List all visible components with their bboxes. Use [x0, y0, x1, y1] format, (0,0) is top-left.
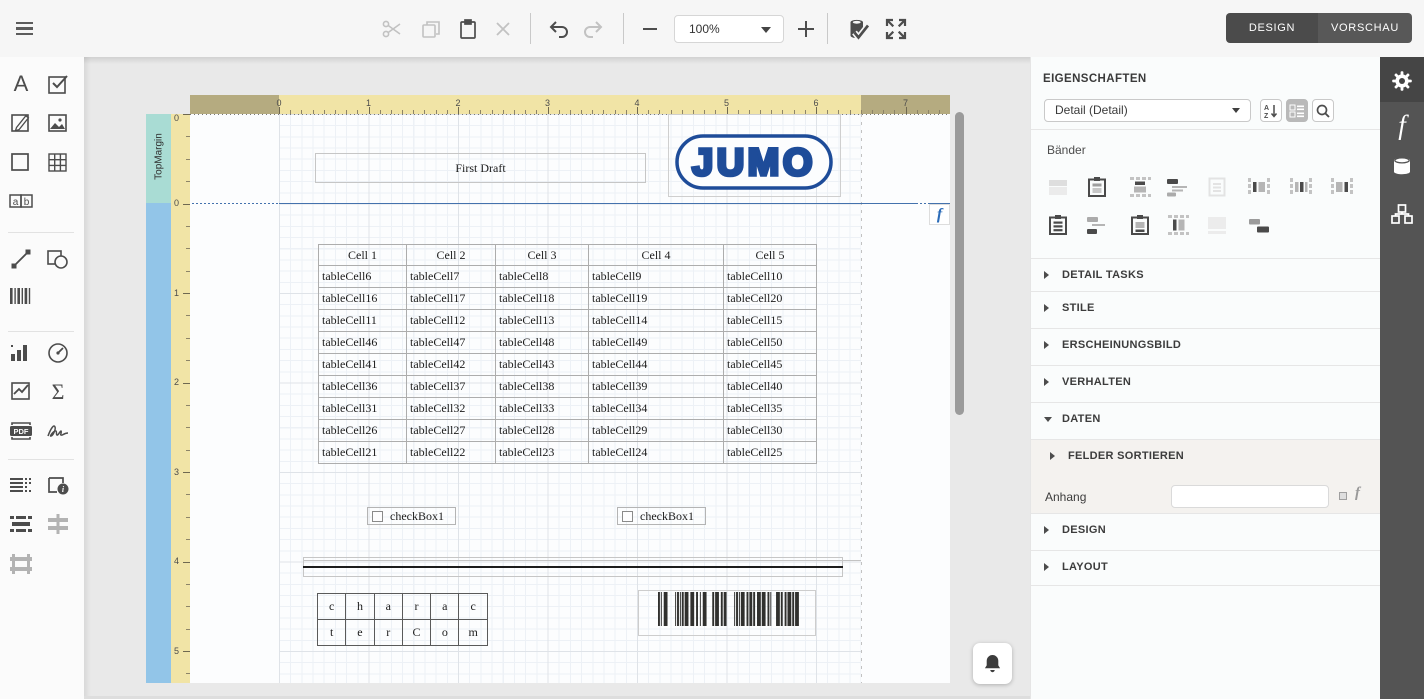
svg-text:Z: Z — [1264, 113, 1269, 119]
svg-text:A: A — [1264, 105, 1269, 112]
svg-text:JUMO: JUMO — [692, 142, 816, 184]
svg-text:b: b — [24, 197, 30, 208]
svg-text:A: A — [14, 72, 29, 96]
svg-text:a: a — [13, 197, 19, 208]
svg-text:PDF: PDF — [14, 427, 29, 436]
svg-text:f: f — [1398, 111, 1409, 140]
svg-text:Σ: Σ — [52, 379, 65, 403]
